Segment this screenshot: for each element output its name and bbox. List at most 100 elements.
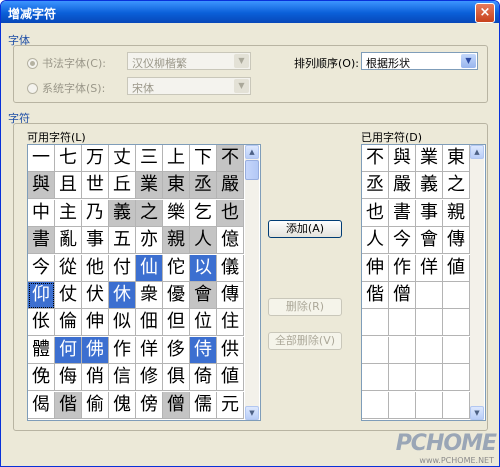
available-char-cell[interactable]: 僧 (163, 391, 190, 419)
available-char-cell[interactable]: 修 (136, 364, 163, 392)
available-char-cell[interactable]: 傳 (217, 282, 244, 309)
used-char-cell[interactable]: 與 (389, 145, 416, 172)
available-char-cell[interactable]: 業 (136, 172, 163, 200)
used-char-cell[interactable] (416, 336, 443, 364)
used-char-cell[interactable] (362, 391, 389, 419)
available-char-cell[interactable]: 書 (28, 227, 55, 255)
available-char-cell[interactable]: 乃 (82, 199, 109, 227)
used-char-cell[interactable]: 不 (362, 145, 389, 172)
available-char-cell[interactable]: 世 (82, 172, 109, 200)
sort-order-select[interactable]: 根据形状 ▼ (361, 52, 478, 70)
available-char-cell[interactable]: 侮 (55, 364, 82, 392)
available-char-cell[interactable]: 偕 (55, 391, 82, 419)
used-char-cell[interactable] (443, 391, 470, 419)
available-char-cell[interactable]: 五 (109, 227, 136, 255)
scroll-thumb[interactable] (245, 160, 259, 180)
available-char-cell[interactable]: 嚴 (217, 172, 244, 200)
available-char-cell[interactable]: 三 (136, 145, 163, 172)
used-char-cell[interactable] (362, 309, 389, 337)
used-char-cell[interactable]: 値 (443, 254, 470, 282)
scroll-up-icon[interactable]: ▲ (245, 145, 259, 159)
available-char-cell[interactable]: 佃 (136, 309, 163, 337)
available-char-cell[interactable]: 丞 (190, 172, 217, 200)
delete-all-button[interactable]: 全部删除(V) (268, 332, 342, 350)
used-char-cell[interactable]: 業 (416, 145, 443, 172)
used-char-cell[interactable]: 伸 (362, 254, 389, 282)
available-char-cell[interactable]: 傍 (136, 391, 163, 419)
available-char-cell[interactable]: 中 (28, 199, 55, 227)
available-char-cell[interactable]: 作 (109, 336, 136, 364)
used-char-cell[interactable] (389, 309, 416, 337)
used-char-cell[interactable]: 書 (389, 199, 416, 227)
available-char-cell[interactable]: 親 (163, 227, 190, 255)
available-char-cell[interactable]: 億 (217, 227, 244, 255)
available-char-cell[interactable]: 俏 (82, 364, 109, 392)
available-char-cell[interactable]: 傀 (109, 391, 136, 419)
available-char-cell[interactable]: 以 (190, 254, 217, 282)
used-char-cell[interactable]: 也 (362, 199, 389, 227)
available-char-cell[interactable]: 仰 (28, 282, 55, 309)
used-char-cell[interactable] (416, 309, 443, 337)
used-char-cell[interactable]: 人 (362, 227, 389, 255)
calligraphy-font-select[interactable]: 汉仪柳楷繁 ▼ (127, 52, 251, 70)
available-char-cell[interactable]: 休 (109, 282, 136, 309)
available-char-cell[interactable]: 儀 (217, 254, 244, 282)
available-char-cell[interactable]: 人 (190, 227, 217, 255)
used-chars-grid[interactable]: ▲ ▼ 不與業東丞嚴義之也書事親人今會傳伸作佯値偕僧 (361, 144, 486, 421)
used-char-cell[interactable]: 會 (416, 227, 443, 255)
title-bar[interactable]: 增减字符 × (1, 1, 499, 23)
scroll-up-icon[interactable]: ▲ (470, 145, 484, 159)
used-char-cell[interactable]: 嚴 (389, 172, 416, 200)
used-char-cell[interactable]: 佯 (416, 254, 443, 282)
available-char-cell[interactable]: 伥 (28, 309, 55, 337)
used-char-cell[interactable] (416, 282, 443, 309)
available-char-cell[interactable]: 亂 (55, 227, 82, 255)
available-char-cell[interactable]: 也 (217, 199, 244, 227)
available-char-cell[interactable]: 之 (136, 199, 163, 227)
available-char-cell[interactable]: 下 (190, 145, 217, 172)
available-char-cell[interactable]: 倚 (190, 364, 217, 392)
available-char-cell[interactable]: 亦 (136, 227, 163, 255)
available-char-cell[interactable]: 似 (109, 309, 136, 337)
used-scrollbar[interactable]: ▲ ▼ (470, 145, 484, 420)
available-char-cell[interactable]: 仗 (55, 282, 82, 309)
delete-button[interactable]: 删除(R) (268, 298, 342, 316)
available-char-cell[interactable]: 位 (190, 309, 217, 337)
available-char-cell[interactable]: 偈 (28, 391, 55, 419)
available-char-cell[interactable]: 侈 (163, 336, 190, 364)
used-char-cell[interactable] (389, 364, 416, 392)
scroll-down-icon[interactable]: ▼ (245, 406, 259, 420)
available-char-cell[interactable]: 且 (55, 172, 82, 200)
system-font-radio[interactable]: 系统字体(S): (27, 80, 105, 96)
available-char-cell[interactable]: 万 (82, 145, 109, 172)
available-char-cell[interactable]: 從 (55, 254, 82, 282)
used-char-cell[interactable] (443, 336, 470, 364)
available-char-cell[interactable]: 一 (28, 145, 55, 172)
available-char-cell[interactable]: 乞 (190, 199, 217, 227)
used-char-cell[interactable]: 丞 (362, 172, 389, 200)
available-char-cell[interactable]: 付 (109, 254, 136, 282)
available-char-cell[interactable]: 値 (217, 364, 244, 392)
available-char-cell[interactable]: 偷 (82, 391, 109, 419)
available-char-cell[interactable]: 事 (82, 227, 109, 255)
used-char-cell[interactable] (389, 391, 416, 419)
used-char-cell[interactable] (416, 364, 443, 392)
calligraphy-font-radio[interactable]: 书法字体(C): (27, 55, 106, 71)
available-char-cell[interactable]: 會 (190, 282, 217, 309)
available-char-cell[interactable]: 丈 (109, 145, 136, 172)
used-char-cell[interactable] (443, 364, 470, 392)
available-char-cell[interactable]: 義 (109, 199, 136, 227)
available-char-cell[interactable]: 仙 (136, 254, 163, 282)
available-char-cell[interactable]: 今 (28, 254, 55, 282)
available-char-cell[interactable]: 與 (28, 172, 55, 200)
used-char-cell[interactable]: 傳 (443, 227, 470, 255)
used-char-cell[interactable]: 僧 (389, 282, 416, 309)
available-char-cell[interactable]: 信 (109, 364, 136, 392)
available-char-cell[interactable]: 衆 (136, 282, 163, 309)
available-char-cell[interactable]: 俱 (163, 364, 190, 392)
used-char-cell[interactable] (362, 364, 389, 392)
used-char-cell[interactable]: 東 (443, 145, 470, 172)
used-char-cell[interactable] (389, 336, 416, 364)
used-char-cell[interactable]: 偕 (362, 282, 389, 309)
available-chars-grid[interactable]: ▲ ▼ 一七万丈三上下不與且世丘業東丞嚴中主乃義之樂乞也書亂事五亦親人億今從他付… (27, 144, 261, 421)
